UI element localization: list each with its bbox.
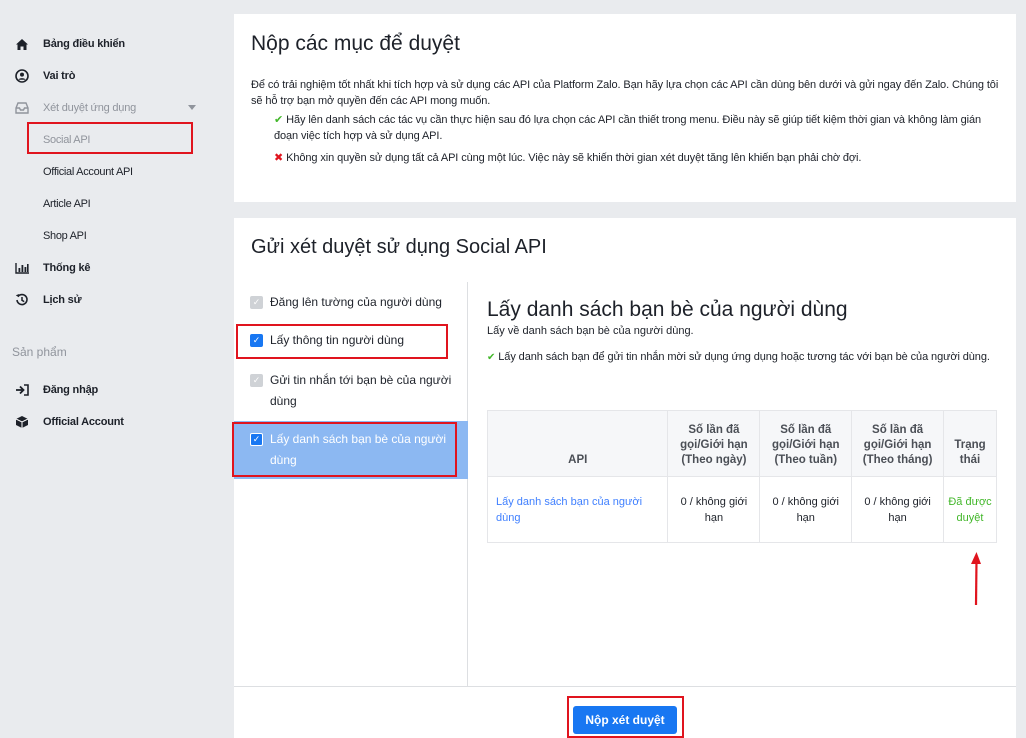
sidebar-item-login[interactable]: Đăng nhập <box>14 379 98 401</box>
monthly-usage: 0 / không giới hạn <box>851 476 945 543</box>
api-detail-note: ✔ Lấy danh sách bạn để gửi tin nhắn mời s… <box>487 349 1002 366</box>
sidebar-item-app-review[interactable]: Xét duyệt ứng dụng <box>14 97 136 119</box>
user-circle-icon <box>14 68 30 84</box>
sidebar-item-label: Đăng nhập <box>43 384 99 396</box>
sidebar-item-label: Official Account <box>43 416 124 428</box>
sidebar-item-label: Xét duyệt ứng dụng <box>43 102 137 114</box>
highlight-user-info <box>236 324 448 359</box>
sidebar-subitem-article-api[interactable]: Article API <box>43 194 91 214</box>
sidebar-item-history[interactable]: Lịch sử <box>14 289 82 311</box>
products-section-label: Sản phẩm <box>12 345 67 359</box>
highlight-social-api <box>27 122 193 154</box>
cube-icon <box>14 414 30 430</box>
table-header-monthly: Số lần đã gọi/Giới hạn (Theo tháng) <box>851 410 945 477</box>
review-card: Gửi xét duyệt sử dụng Social API ✓ Đăng … <box>234 218 1016 738</box>
sidebar-subitem-official-account-api[interactable]: Official Account API <box>43 162 133 182</box>
checkbox-disabled: ✓ <box>250 374 263 387</box>
review-title: Gửi xét duyệt sử dụng Social API <box>251 236 547 258</box>
dont-tip-text: Không xin quyền sử dụng tất cả API cùng … <box>286 152 862 164</box>
bar-chart-icon <box>14 260 30 276</box>
api-item-send-message[interactable]: ✓ Gửi tin nhắn tới bạn bè của người dùng <box>234 368 468 424</box>
sidebar-item-official-account[interactable]: Official Account <box>14 411 124 433</box>
api-item-label: Gửi tin nhắn tới bạn bè của người dùng <box>270 373 452 408</box>
sidebar-item-dashboard[interactable]: Bảng điều khiển <box>14 33 125 55</box>
checkbox-disabled: ✓ <box>250 296 263 309</box>
quota-table: API Số lần đã gọi/Giới hạn (Theo ngày) S… <box>486 410 997 543</box>
sign-in-icon <box>14 382 30 398</box>
check-icon: ✔ <box>274 114 284 126</box>
intro-paragraph: Để có trải nghiệm tốt nhất khi tích hợp … <box>251 79 999 107</box>
api-detail-title: Lấy danh sách bạn bè của người dùng <box>487 298 848 321</box>
history-icon <box>14 292 30 308</box>
do-tip: ✔ Hãy lên danh sách các tác vụ cần thực h… <box>274 112 1004 144</box>
sidebar-subitem-shop-api[interactable]: Shop API <box>43 226 87 246</box>
table-header-status: Trạng thái <box>943 410 997 477</box>
api-name-link[interactable]: Lấy danh sách bạn của người dùng <box>486 476 669 543</box>
footer-divider <box>234 686 1016 687</box>
sidebar-item-label: Thống kê <box>43 262 91 274</box>
table-header-api: API <box>486 410 669 477</box>
sidebar: Bảng điều khiển Vai trò Xét duyệt ứng dụ… <box>0 0 220 738</box>
cross-icon: ✖ <box>274 152 284 164</box>
do-tip-text: Hãy lên danh sách các tác vụ cần thực hi… <box>274 114 982 142</box>
home-icon <box>14 36 30 52</box>
arrow-up-icon <box>971 552 981 606</box>
sidebar-item-stats[interactable]: Thống kê <box>14 257 90 279</box>
table-header-weekly: Số lần đã gọi/Giới hạn (Theo tuần) <box>759 410 853 477</box>
sidebar-item-label: Lịch sử <box>43 294 82 306</box>
api-detail-note-text: Lấy danh sách bạn để gửi tin nhắn mời sử… <box>498 351 990 363</box>
sidebar-item-label: Bảng điều khiển <box>43 38 125 50</box>
dont-tip: ✖ Không xin quyền sử dụng tất cả API cùng… <box>274 150 1004 166</box>
table-row: Lấy danh sách bạn của người dùng 0 / khô… <box>486 476 997 543</box>
api-detail-description: Lấy về danh sách bạn bè của người dùng. <box>487 325 694 337</box>
table-header-daily: Số lần đã gọi/Giới hạn (Theo ngày) <box>667 410 761 477</box>
highlight-submit-button <box>567 696 684 738</box>
sidebar-item-label: Vai trò <box>43 70 76 82</box>
sidebar-item-roles[interactable]: Vai trò <box>14 65 75 87</box>
table-header-row: API Số lần đã gọi/Giới hạn (Theo ngày) S… <box>486 410 997 477</box>
highlight-friend-list <box>232 422 457 477</box>
intro-title: Nộp các mục để duyệt <box>251 32 460 55</box>
inbox-icon <box>14 100 30 116</box>
api-detail: Lấy danh sách bạn bè của người dùng Lấy … <box>487 298 1002 366</box>
chevron-down-icon[interactable] <box>188 105 196 110</box>
status-approved: Đã được duyệt <box>943 476 997 543</box>
intro-card: Nộp các mục để duyệt Để có trải nghiệm t… <box>234 14 1016 202</box>
weekly-usage: 0 / không giới hạn <box>759 476 853 543</box>
check-icon: ✔ <box>487 352 496 363</box>
daily-usage: 0 / không giới hạn <box>667 476 761 543</box>
